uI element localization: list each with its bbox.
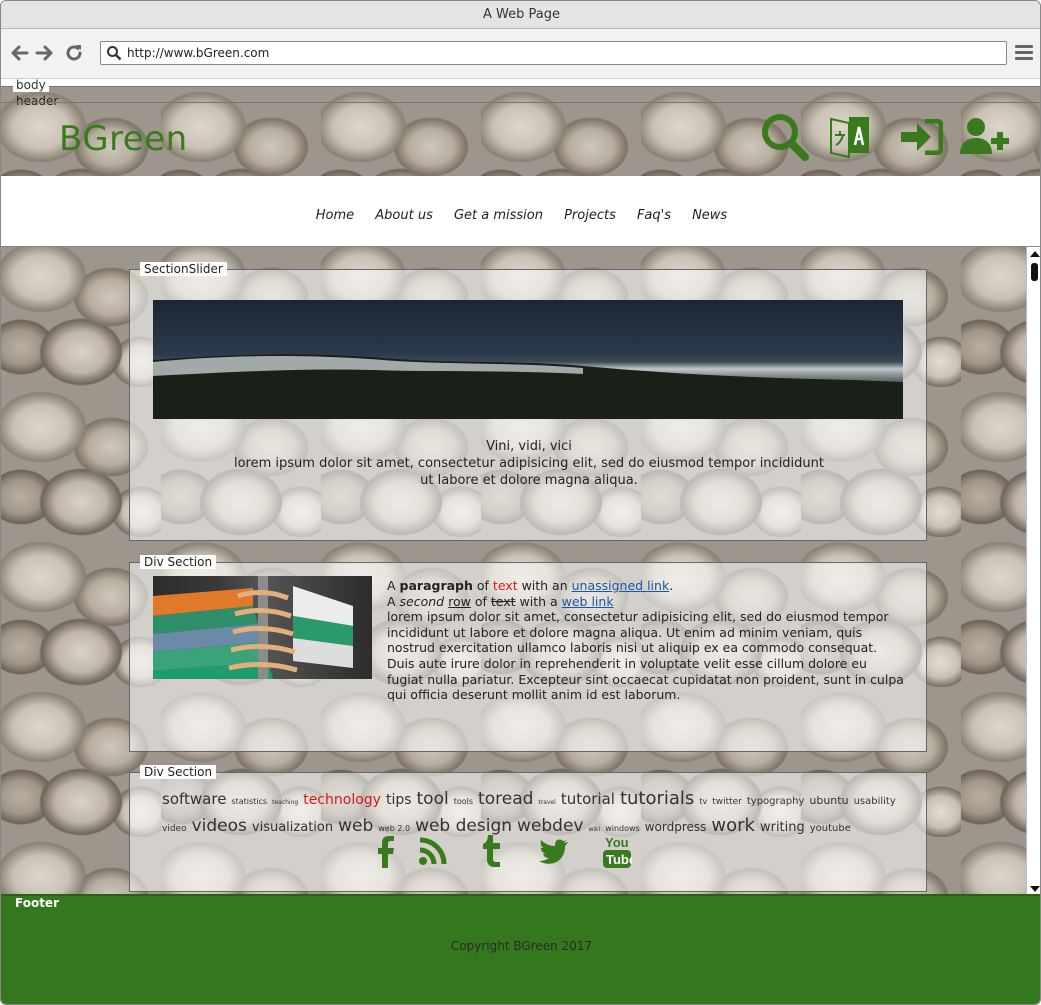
tag-link[interactable]: teaching [272, 791, 298, 814]
section-slider-title: SectionSlider [140, 262, 227, 276]
site-logo[interactable]: BGreen [59, 119, 188, 159]
hamburger-menu-icon[interactable] [1015, 45, 1033, 61]
footer: Footer Copyright BGreen 2017 [1, 894, 1040, 1004]
tag-link[interactable]: wiki [588, 818, 600, 841]
tag-link[interactable]: typography [747, 790, 805, 813]
svg-text:Tube: Tube [606, 852, 632, 867]
forward-icon[interactable] [35, 43, 55, 63]
window-title: A Web Page [1, 1, 1040, 29]
twitter-icon[interactable] [538, 839, 568, 865]
url-text: http://www.bGreen.com [127, 46, 270, 60]
tag-link[interactable]: tools [454, 790, 473, 813]
page-scrollbar[interactable] [1026, 247, 1040, 895]
nav-home[interactable]: Home [316, 208, 354, 223]
paragraph-line-2: A second row of text with a web link [387, 593, 614, 609]
reload-icon[interactable] [64, 43, 84, 63]
web-link[interactable]: web link [562, 594, 614, 609]
paragraph-body: lorem ipsum dolor sit amet, consectetur … [387, 609, 904, 703]
tag-link[interactable]: tv [699, 790, 707, 813]
div-section-2-title: Div Section [140, 765, 217, 779]
main-nav: Home About us Get a mission Projects Faq… [1, 176, 1040, 247]
mountain-image [153, 354, 903, 419]
tag-link[interactable]: usability [854, 790, 896, 813]
back-icon[interactable] [9, 43, 29, 63]
facebook-icon[interactable] [374, 836, 396, 868]
tag-link[interactable]: webdev [517, 815, 583, 838]
div-section-1: Div Section A paragraph of text with an … [129, 555, 927, 752]
tag-link[interactable]: toread [478, 788, 533, 811]
rss-icon[interactable] [418, 836, 448, 866]
section-slider: SectionSlider Vini, vidi, vici lorem ips… [129, 262, 927, 541]
address-bar[interactable]: http://www.bGreen.com [100, 41, 1007, 65]
tag-link[interactable]: statistics [231, 790, 267, 813]
tag-link[interactable]: writing [760, 816, 805, 839]
tag-link[interactable]: technology [303, 789, 381, 812]
translate-icon[interactable] [827, 113, 871, 161]
tag-link[interactable]: tutorials [620, 787, 694, 810]
tag-link[interactable]: tool [417, 788, 449, 811]
tag-link[interactable]: web [338, 815, 373, 838]
nav-about-us[interactable]: About us [375, 208, 433, 223]
tag-link[interactable]: youtube [810, 817, 851, 840]
paragraph-line-1: A paragraph of text with an unassigned l… [387, 578, 674, 593]
tag-link[interactable]: wordpress [645, 816, 707, 839]
browser-window: A Web Page http://www.bGreen.com body he… [0, 0, 1041, 1005]
tag-link[interactable]: twitter [712, 791, 742, 814]
slider-image[interactable] [153, 300, 903, 419]
tag-cloud: software statistics teaching technology tips… [162, 787, 907, 841]
shirts-picture [153, 576, 353, 679]
nav-faqs[interactable]: Faq's [637, 208, 671, 223]
add-user-icon[interactable] [959, 116, 1011, 156]
slider-caption-title: Vini, vidi, vici [486, 439, 572, 454]
search-icon [107, 46, 122, 61]
svg-text:You: You [605, 835, 629, 850]
tag-link[interactable]: visualization [252, 816, 333, 839]
tag-link[interactable]: video [162, 818, 187, 841]
footer-label: Footer [15, 896, 59, 910]
copyright-text: Copyright BGreen 2017 [450, 939, 593, 953]
tumblr-icon[interactable] [480, 835, 502, 867]
tag-link[interactable]: work [711, 814, 755, 837]
tag-link[interactable]: software [162, 788, 226, 811]
tag-link[interactable]: ubuntu [809, 789, 848, 812]
youtube-icon[interactable]: You Tube [602, 835, 632, 869]
tag-link[interactable]: videos [192, 815, 247, 838]
search-icon[interactable] [761, 113, 809, 163]
tag-link[interactable]: travel [538, 791, 555, 814]
browser-toolbar: http://www.bGreen.com [1, 29, 1040, 79]
slider-caption-text: lorem ipsum dolor sit amet, consectetur … [233, 456, 824, 488]
body-frame-label: body [13, 79, 49, 92]
nav-news[interactable]: News [692, 208, 727, 223]
shirts-image[interactable] [153, 576, 372, 679]
sign-in-icon[interactable] [899, 119, 943, 155]
tag-link[interactable]: tutorial [561, 788, 615, 811]
scrollbar-thumb[interactable] [1031, 263, 1038, 281]
nav-get-a-mission[interactable]: Get a mission [454, 208, 543, 223]
div-section-2: Div Section software statistics teaching te… [129, 765, 927, 892]
nav-projects[interactable]: Projects [564, 208, 616, 223]
div-section-1-title: Div Section [140, 555, 217, 569]
unassigned-link[interactable]: unassigned link [572, 578, 670, 593]
tag-link[interactable]: tips [386, 789, 412, 812]
